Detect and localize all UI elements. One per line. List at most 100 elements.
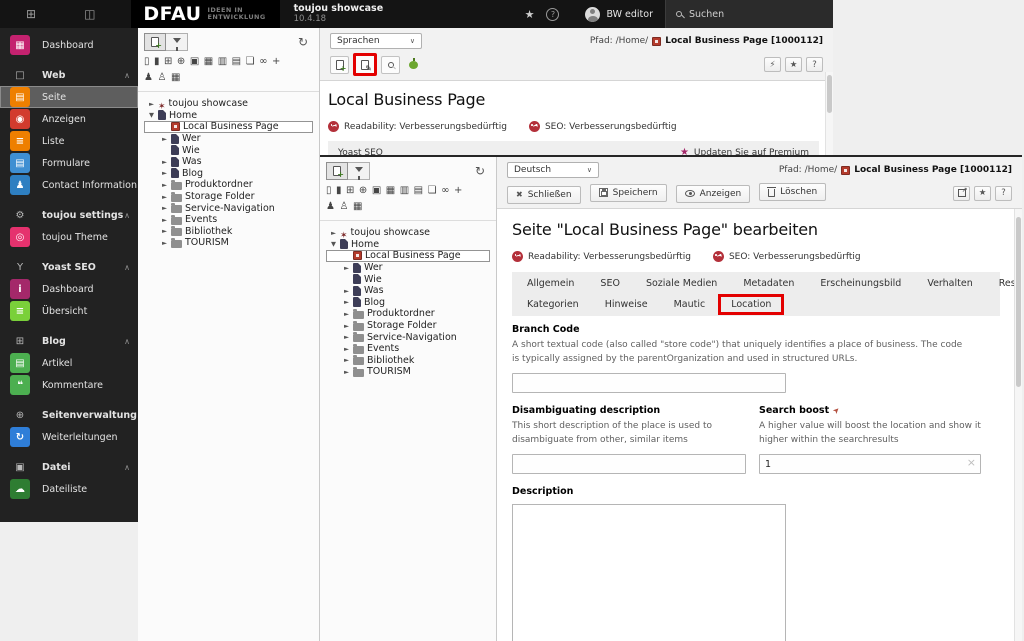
sidebar-section-blog[interactable]: ⊞Blog∧ [0, 330, 138, 352]
expander-icon[interactable]: ► [161, 227, 168, 235]
page-copy-icon[interactable]: ❏ [428, 186, 437, 196]
tree-item-storage-folder[interactable]: ►Storage Folder [326, 320, 490, 332]
sidebar-item-yoast-dashboard[interactable]: iDashboard [0, 278, 138, 300]
tab-kategorien[interactable]: Kategorien [514, 294, 592, 315]
tab-mautic[interactable]: Mautic [661, 294, 719, 315]
sidebar-section-web[interactable]: □Web∧ [0, 64, 138, 86]
divider-icon[interactable]: + [454, 186, 462, 196]
expander-icon[interactable]: ► [330, 229, 337, 237]
globe-icon[interactable]: ⊕ [359, 186, 367, 196]
bookmark-button[interactable]: ★ [974, 186, 991, 201]
expander-icon[interactable]: ► [343, 310, 350, 318]
archive-icon[interactable]: ▦ [386, 186, 395, 196]
refresh-button[interactable]: ↻ [293, 33, 313, 51]
expander-icon[interactable]: ► [343, 333, 350, 341]
content-grid-icon[interactable]: ⊞ [164, 57, 172, 67]
folder-icon[interactable]: ▤ [232, 57, 241, 67]
page-alt-icon[interactable]: ▮ [154, 57, 160, 67]
tab-seo[interactable]: SEO [587, 273, 633, 294]
tree-item-storage-folder[interactable]: ►Storage Folder [144, 191, 313, 203]
users-icon[interactable]: ♟ [326, 202, 335, 212]
user-icon[interactable]: ♙ [339, 202, 348, 212]
clear-icon[interactable]: × [967, 457, 976, 468]
new-page-button[interactable] [144, 33, 166, 51]
tree-item-produktordner[interactable]: ►Produktordner [326, 308, 490, 320]
sidebar-item-anzeigen[interactable]: ◉Anzeigen [0, 108, 138, 130]
tree-item-was[interactable]: ►Was [326, 285, 490, 297]
sidebar-item-contact-information[interactable]: ♟Contact Information [0, 174, 138, 196]
sidebar-toggle-icon[interactable]: ◫ [80, 8, 99, 20]
link-icon[interactable]: ∞ [441, 186, 449, 196]
expander-icon[interactable]: ▼ [148, 111, 155, 119]
delete-button[interactable]: Löschen [759, 183, 826, 201]
tree-item-local-business-page[interactable]: Local Business Page [326, 250, 490, 262]
expander-icon[interactable]: ► [148, 100, 155, 108]
cache-button[interactable]: ⚡ [764, 57, 781, 72]
tree-item-wie[interactable]: Wie [326, 273, 490, 285]
image-grid-icon[interactable]: ▦ [353, 202, 362, 212]
sidebar-section-yoast-seo[interactable]: YYoast SEO∧ [0, 256, 138, 278]
plugin-icon[interactable]: ▣ [190, 57, 199, 67]
topbar-search[interactable] [665, 0, 833, 28]
tab-erscheinungsbild[interactable]: Erscheinungsbild [807, 273, 914, 294]
tree-item-wer[interactable]: ►Wer [144, 133, 313, 145]
filter-button[interactable] [166, 33, 188, 51]
filter-button[interactable] [348, 162, 370, 180]
edit-page-button[interactable] [353, 53, 377, 76]
expander-icon[interactable]: ► [161, 135, 168, 143]
tab-hinweise[interactable]: Hinweise [592, 294, 661, 315]
tree-item-service-navigation[interactable]: ►Service-Navigation [326, 331, 490, 343]
sidebar-section-datei[interactable]: ▣Datei∧ [0, 456, 138, 478]
open-in-new-window-button[interactable] [953, 186, 970, 201]
users-icon[interactable]: ♟ [144, 73, 153, 83]
preview-button[interactable] [404, 56, 423, 74]
image-grid-icon[interactable]: ▦ [171, 73, 180, 83]
help-button[interactable]: ? [806, 57, 823, 72]
content-grid-icon[interactable]: ⊞ [346, 186, 354, 196]
sidebar-item-toujou-theme[interactable]: ◎toujou Theme [0, 226, 138, 248]
user-icon[interactable]: ♙ [157, 73, 166, 83]
sidebar-item-uebersicht[interactable]: ≡Übersicht [0, 300, 138, 322]
folder-icon[interactable]: ▤ [414, 186, 423, 196]
sidebar-item-dashboard[interactable]: ▦Dashboard [0, 34, 138, 56]
sidebar-item-weiterleitungen[interactable]: ↻Weiterleitungen [0, 426, 138, 448]
page-icon[interactable]: ▯ [326, 186, 332, 196]
create-page-button[interactable] [330, 56, 349, 74]
description-textarea[interactable] [512, 504, 786, 641]
search-button[interactable] [381, 56, 400, 74]
bookmark-star-icon[interactable]: ★ [513, 8, 547, 21]
media-icon[interactable]: ▥ [400, 186, 409, 196]
sidebar-item-kommentare[interactable]: ❝Kommentare [0, 374, 138, 396]
tab-location[interactable]: Location [718, 294, 784, 315]
page-alt-icon[interactable]: ▮ [336, 186, 342, 196]
help-button[interactable]: ? [995, 186, 1012, 201]
save-button[interactable]: Speichern [590, 184, 667, 202]
premium-link[interactable]: Updaten Sie auf Premium [694, 148, 809, 156]
sidebar-item-seite[interactable]: ▤Seite [0, 86, 138, 108]
refresh-button[interactable]: ↻ [470, 162, 490, 180]
language-select[interactable]: Deutsch∨ [507, 162, 599, 178]
expander-icon[interactable]: ► [161, 239, 168, 247]
expander-icon[interactable]: ► [161, 169, 168, 177]
tree-item-tourism[interactable]: ►TOURISM [144, 237, 313, 249]
page-icon[interactable]: ▯ [144, 57, 150, 67]
new-page-button[interactable] [326, 162, 348, 180]
scrollbar[interactable] [825, 72, 833, 155]
tab-soziale-medien[interactable]: Soziale Medien [633, 273, 730, 294]
user-menu[interactable]: BW editor [573, 7, 665, 22]
page-copy-icon[interactable]: ❏ [246, 57, 255, 67]
expander-icon[interactable]: ► [343, 298, 350, 306]
tree-item-toujou-showcase[interactable]: ►toujou showcase [326, 227, 490, 239]
tree-item-home[interactable]: ▼Home [144, 110, 313, 122]
sidebar-item-dateiliste[interactable]: ☁Dateiliste [0, 478, 138, 500]
tree-item-local-business-page[interactable]: Local Business Page [144, 121, 313, 133]
expander-icon[interactable]: ► [161, 193, 168, 201]
expander-icon[interactable]: ► [343, 345, 350, 353]
help-icon[interactable]: ? [546, 8, 559, 21]
expander-icon[interactable]: ► [343, 287, 350, 295]
sidebar-section-seitenverwaltung[interactable]: ⊕Seitenverwaltung∧ [0, 404, 138, 426]
sidebar-section-toujou-settings[interactable]: ⚙toujou settings∧ [0, 204, 138, 226]
media-icon[interactable]: ▥ [218, 57, 227, 67]
tree-item-events[interactable]: ►Events [326, 343, 490, 355]
view-button[interactable]: Anzeigen [676, 185, 751, 203]
